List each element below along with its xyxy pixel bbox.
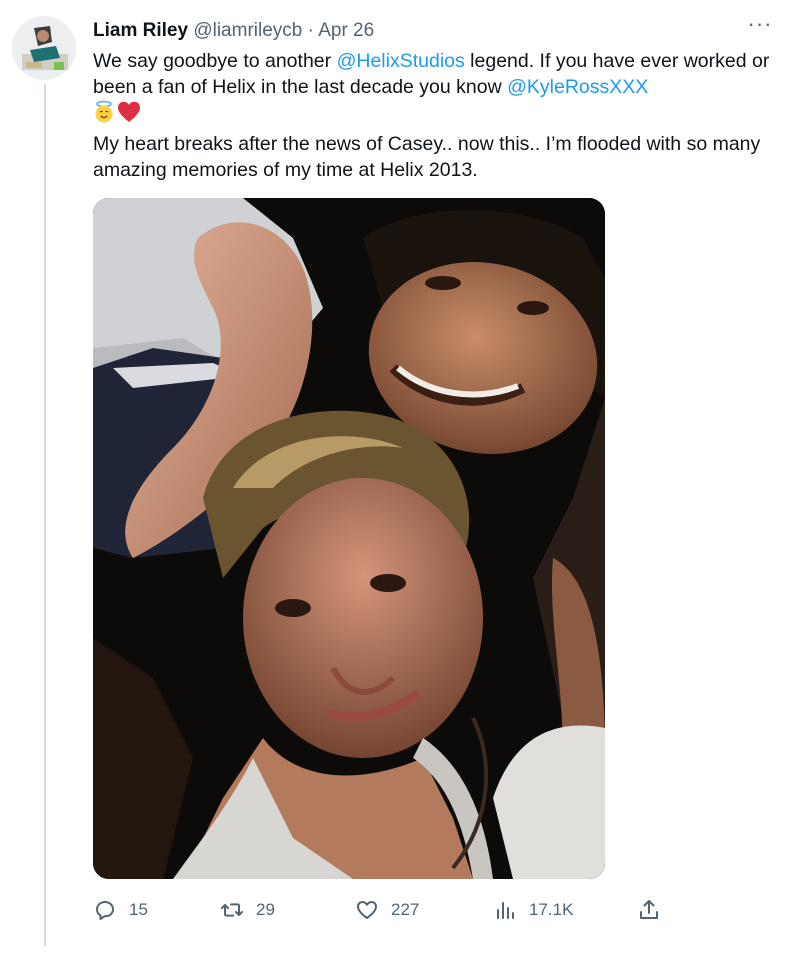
photo-image (93, 198, 605, 879)
red-heart-emoji-icon (117, 101, 141, 130)
views-button[interactable]: 17.1K (493, 896, 573, 924)
emoji-line (93, 100, 783, 131)
reply-count: 15 (129, 900, 148, 919)
retweet-icon (221, 903, 243, 917)
reply-icon (96, 901, 114, 920)
retweet-button[interactable]: 29 (220, 896, 275, 924)
heart-icon (357, 901, 377, 919)
tweet-text: We say goodbye to another @HelixStudios … (93, 48, 783, 183)
tweet-paragraph-1: We say goodbye to another @HelixStudios … (93, 48, 783, 100)
tweet-paragraph-2: My heart breaks after the news of Casey.… (93, 133, 761, 181)
more-options-icon[interactable]: ··· (746, 13, 774, 38)
views-count: 17.1K (529, 900, 574, 919)
avatar[interactable] (12, 16, 76, 80)
retweet-count: 29 (256, 900, 275, 919)
mention-helixstudios[interactable]: @HelixStudios (337, 50, 465, 72)
tweet-photo[interactable] (93, 198, 605, 879)
author-handle[interactable]: @liamrileycb (193, 20, 302, 41)
tweet-date[interactable]: Apr 26 (318, 20, 374, 41)
share-icon (640, 900, 658, 919)
views-icon (497, 902, 514, 919)
like-count: 227 (391, 900, 420, 919)
thread-line (44, 84, 46, 946)
header-separator: · (307, 20, 314, 41)
tweet-header: Liam Riley @liamrileycb · Apr 26 (93, 18, 780, 46)
share-button[interactable] (637, 896, 673, 924)
angel-emoji-icon (93, 100, 115, 131)
tweet-text-prefix: We say goodbye to another (93, 50, 337, 72)
author-name[interactable]: Liam Riley (93, 20, 188, 41)
avatar-image (12, 16, 76, 80)
mention-kylerossxxx[interactable]: @KyleRossXXX (507, 76, 648, 98)
reply-button[interactable]: 15 (93, 896, 148, 924)
tweet-actions: 15 29 227 17.1K (93, 896, 693, 924)
like-button[interactable]: 227 (355, 896, 419, 924)
